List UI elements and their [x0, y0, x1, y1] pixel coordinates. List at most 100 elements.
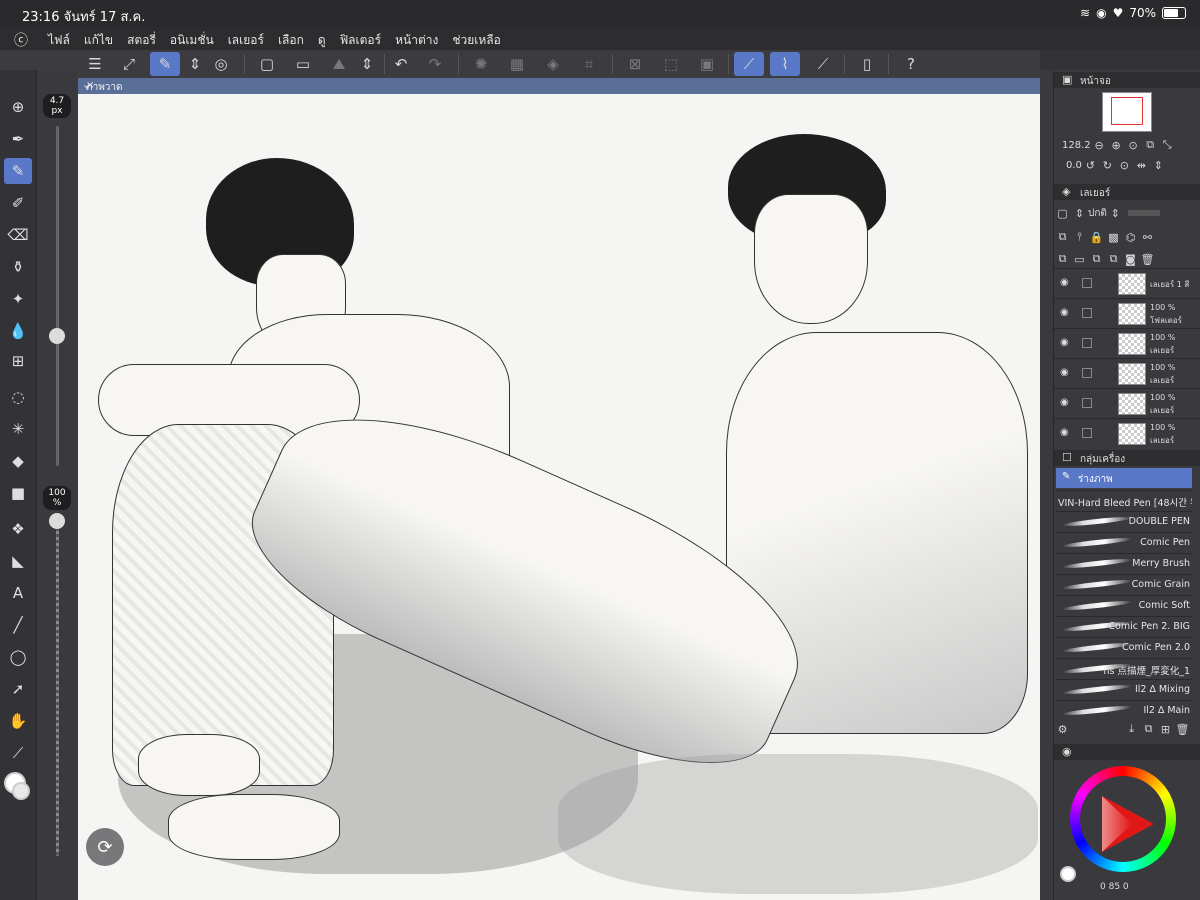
subtool-tab[interactable]: ✎ ร่างภาพ — [1056, 468, 1192, 488]
layer-checkbox[interactable] — [1082, 398, 1092, 408]
brush-item[interactable]: DOUBLE PEN — [1056, 511, 1192, 532]
new-layer-icon[interactable]: ⧉ — [1054, 252, 1071, 266]
help-icon[interactable]: ? — [896, 52, 926, 76]
menu-item[interactable]: สตอรี่ — [127, 31, 156, 50]
bucket-icon[interactable]: ◆ — [4, 448, 32, 474]
menu-item[interactable]: ไฟล์ — [48, 31, 70, 50]
layer-row[interactable]: ◉เลเยอร์ 1 สีเลเยอร์ 1 สี — [1054, 268, 1200, 297]
rotate-left-icon[interactable]: ↺ — [1082, 159, 1099, 172]
mask-icon[interactable]: ⚯ — [1139, 231, 1156, 244]
layer-row[interactable]: ◉ 100 % เลเยอร์ — [1054, 418, 1200, 447]
menu-item[interactable]: อนิเมชั่น — [170, 31, 214, 50]
fit-screen-icon[interactable]: ⤡ — [1159, 138, 1176, 152]
menu-item[interactable]: เลือก — [278, 31, 304, 50]
operation-icon[interactable]: ➚ — [4, 676, 32, 702]
new-file-icon[interactable]: ▢ — [252, 52, 282, 76]
menu-item[interactable]: ช่วยเหลือ — [452, 31, 501, 50]
sparkle-icon[interactable]: ✦ — [4, 286, 32, 312]
zoom-actual-icon[interactable]: ⊙ — [1125, 139, 1142, 152]
eraser-icon[interactable]: ⌫ — [4, 222, 32, 248]
visibility-eye-icon[interactable]: ◉ — [1060, 277, 1069, 288]
fit-icon[interactable]: ⤢ — [114, 52, 144, 76]
layer-row[interactable]: ◉ 100 % เลเยอร์ — [1054, 388, 1200, 417]
hand-icon[interactable]: ✋ — [4, 708, 32, 734]
sub-color-swatch[interactable] — [12, 782, 30, 800]
brush-size-knob[interactable] — [49, 328, 65, 344]
ruler-icon[interactable]: ▦ — [502, 52, 532, 76]
layer-row[interactable]: ◉ 100 % เลเยอร์ — [1054, 328, 1200, 357]
crop-icon[interactable]: ⌗ — [574, 52, 604, 76]
updown-icon[interactable]: ⇕ — [1071, 207, 1088, 220]
device-icon[interactable]: ▯ — [852, 52, 882, 76]
layer-checkbox[interactable] — [1082, 428, 1092, 438]
select-all-icon[interactable]: ▣ — [692, 52, 722, 76]
visibility-eye-icon[interactable]: ◉ — [1060, 307, 1069, 318]
visibility-eye-icon[interactable]: ◉ — [1060, 337, 1069, 348]
blend-icon[interactable]: ⚱ — [4, 254, 32, 280]
chevron-down-icon[interactable]: ⌄ — [82, 78, 1034, 91]
app-logo-icon[interactable]: ⓒ — [14, 30, 28, 50]
balloon-icon[interactable]: ◯ — [4, 644, 32, 670]
flip-vertical-icon[interactable]: ⇕ — [1150, 159, 1167, 172]
brush-item[interactable]: Comic Grain — [1056, 574, 1192, 595]
visibility-eye-icon[interactable]: ◉ — [1060, 427, 1069, 438]
rotate-right-icon[interactable]: ↻ — [1099, 159, 1116, 172]
figure-icon[interactable]: ❖ — [4, 516, 32, 542]
clipping-icon[interactable]: ⌬ — [1122, 231, 1139, 244]
lock-transparency-icon[interactable]: ▩ — [1105, 231, 1122, 244]
brush-item[interactable]: Comic Soft — [1056, 595, 1192, 616]
layer-checkbox[interactable] — [1082, 278, 1092, 288]
layer-checkbox[interactable] — [1082, 308, 1092, 318]
magic-wand-icon[interactable]: ✳ — [4, 416, 32, 442]
transform-icon[interactable]: ⊠ — [620, 52, 650, 76]
menu-item[interactable]: หน้าต่าง — [395, 31, 438, 50]
grid-icon[interactable]: ⊞ — [4, 348, 32, 374]
layer-checkbox[interactable] — [1082, 338, 1092, 348]
save-icon[interactable]: ⛰ — [324, 52, 354, 76]
opacity-knob[interactable] — [49, 513, 65, 529]
active-tool-icon[interactable]: ✎ — [150, 52, 180, 76]
menu-item[interactable]: ฟิลเตอร์ — [340, 31, 381, 50]
brush-item[interactable]: Comic Pen 2. BIG — [1056, 616, 1192, 637]
menu-item[interactable]: แก้ไข — [84, 31, 113, 50]
layer-color-icon[interactable]: ▢ — [1054, 207, 1071, 220]
add-brush-icon[interactable]: ⊞ — [1157, 723, 1174, 736]
brush-size-track[interactable] — [56, 126, 59, 466]
opacity-track[interactable] — [56, 516, 59, 856]
layer-mask-icon[interactable]: ◙ — [1122, 253, 1139, 266]
download-icon[interactable]: ⊕ — [4, 94, 32, 120]
delete-brush-icon[interactable]: 🗑 — [1174, 723, 1191, 736]
brush-item[interactable]: Merry Brush — [1056, 553, 1192, 574]
brush-item[interactable]: Il2 ∆ Mixing — [1056, 679, 1192, 700]
copy-brush-icon[interactable]: ⧉ — [1140, 722, 1157, 736]
layer-row[interactable]: ◉ 100 % โฟลเดอร์ — [1054, 298, 1200, 327]
visibility-eye-icon[interactable]: ◉ — [1060, 397, 1069, 408]
layer-opacity-slider[interactable] — [1127, 210, 1160, 216]
brush-item[interactable]: VIN-Hard Bleed Pen [48시간 무료] — [1056, 490, 1192, 511]
layer-row[interactable]: ◉ 100 % เลเยอร์ — [1054, 358, 1200, 387]
reset-rotation-icon[interactable]: ⊙ — [1116, 159, 1133, 172]
frame-icon[interactable]: ◣ — [4, 548, 32, 574]
pencil-icon[interactable]: ✎ — [4, 158, 32, 184]
color-swatch[interactable] — [1060, 866, 1076, 882]
updown-icon[interactable]: ⇕ — [180, 52, 210, 76]
snap-icon[interactable]: ⟋ — [734, 52, 764, 76]
edit-icon[interactable]: ⟋ — [808, 52, 838, 76]
copy-layer-icon[interactable]: ⧉ — [1088, 252, 1105, 266]
brush-item[interactable]: Comic Pen 2.0 — [1056, 637, 1192, 658]
brush-item[interactable]: Comic Pen — [1056, 532, 1192, 553]
fit-window-icon[interactable]: ⧉ — [1142, 138, 1159, 152]
navigator-thumbnail[interactable] — [1102, 92, 1152, 132]
pin-icon[interactable]: ⫯ — [1071, 230, 1088, 244]
visibility-eye-icon[interactable]: ◉ — [1060, 367, 1069, 378]
menu-icon[interactable]: ☰ — [80, 52, 110, 76]
spiral-icon[interactable]: ◎ — [206, 52, 236, 76]
merge-icon[interactable]: ⧉ — [1105, 252, 1122, 266]
open-icon[interactable]: ▭ — [288, 52, 318, 76]
zoom-in-icon[interactable]: ⊕ — [1108, 139, 1125, 152]
pen-icon[interactable]: ✒ — [4, 126, 32, 152]
document-tab[interactable]: × ภาพวาด 20260813 (2500 x 2000px 600dpi … — [78, 78, 1040, 183]
rotate-canvas-icon[interactable]: ⟳ — [86, 828, 124, 866]
fill-icon[interactable]: ◈ — [538, 52, 568, 76]
lock-icon[interactable]: 🔒 — [1088, 231, 1105, 244]
